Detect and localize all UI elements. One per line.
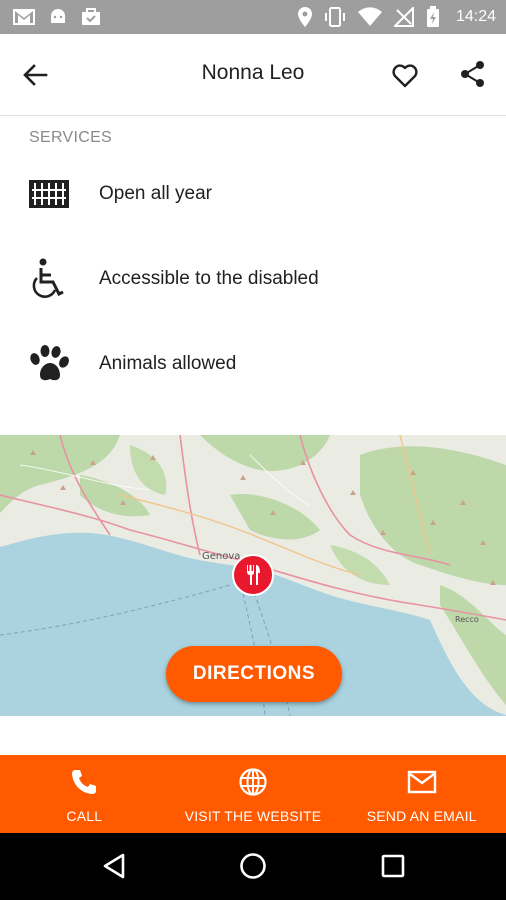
paw-icon	[27, 344, 71, 384]
action-bar: CALL VISIT THE WEBSITE SEND AN EMAIL	[0, 755, 506, 833]
nav-home-icon[interactable]	[238, 851, 268, 881]
wheelchair-icon	[27, 258, 71, 299]
android-icon	[51, 9, 65, 23]
location-icon	[297, 7, 312, 27]
nav-back-icon[interactable]	[99, 851, 129, 881]
map-label-recco: Recco	[455, 615, 479, 624]
send-email-button[interactable]: SEND AN EMAIL	[337, 755, 506, 833]
vibrate-icon	[324, 7, 345, 27]
status-bar: 14:24	[0, 0, 506, 34]
restaurant-pin[interactable]	[232, 554, 274, 596]
system-nav-bar	[0, 833, 506, 900]
page-title: Nonna Leo	[201, 61, 305, 84]
service-label: Accessible to the disabled	[99, 268, 319, 289]
directions-button[interactable]: DIRECTIONS	[166, 646, 342, 702]
call-label: CALL	[66, 808, 103, 824]
service-label: Open all year	[99, 183, 213, 204]
app-bar: Nonna Leo	[0, 34, 506, 116]
no-signal-icon	[393, 7, 414, 27]
briefcase-icon	[82, 8, 100, 25]
send-email-label: SEND AN EMAIL	[366, 808, 477, 824]
mail-icon	[407, 770, 436, 794]
map-view[interactable]: Genova Recco DIRECTIONS	[0, 435, 506, 716]
service-animals: Animals allowed	[0, 334, 506, 394]
service-open-all-year: Open all year	[0, 164, 506, 224]
visit-website-label: VISIT THE WEBSITE	[184, 808, 322, 824]
phone-icon	[72, 770, 97, 794]
restaurant-icon	[247, 565, 260, 585]
share-icon[interactable]	[458, 59, 488, 89]
call-button[interactable]: CALL	[0, 755, 169, 833]
status-clock: 14:24	[455, 8, 496, 25]
map-label-genova: Genova	[202, 551, 240, 562]
gmail-icon	[13, 9, 35, 25]
nav-recents-icon[interactable]	[378, 851, 408, 881]
heart-outline-icon[interactable]	[390, 60, 420, 90]
services-heading: SERVICES	[29, 129, 113, 146]
service-accessible: Accessible to the disabled	[0, 249, 506, 309]
globe-icon	[239, 768, 267, 796]
wifi-icon	[357, 7, 382, 27]
battery-charging-icon	[426, 6, 439, 27]
calendar-grid-icon	[27, 174, 71, 214]
service-label: Animals allowed	[99, 353, 237, 374]
visit-website-button[interactable]: VISIT THE WEBSITE	[169, 755, 338, 833]
